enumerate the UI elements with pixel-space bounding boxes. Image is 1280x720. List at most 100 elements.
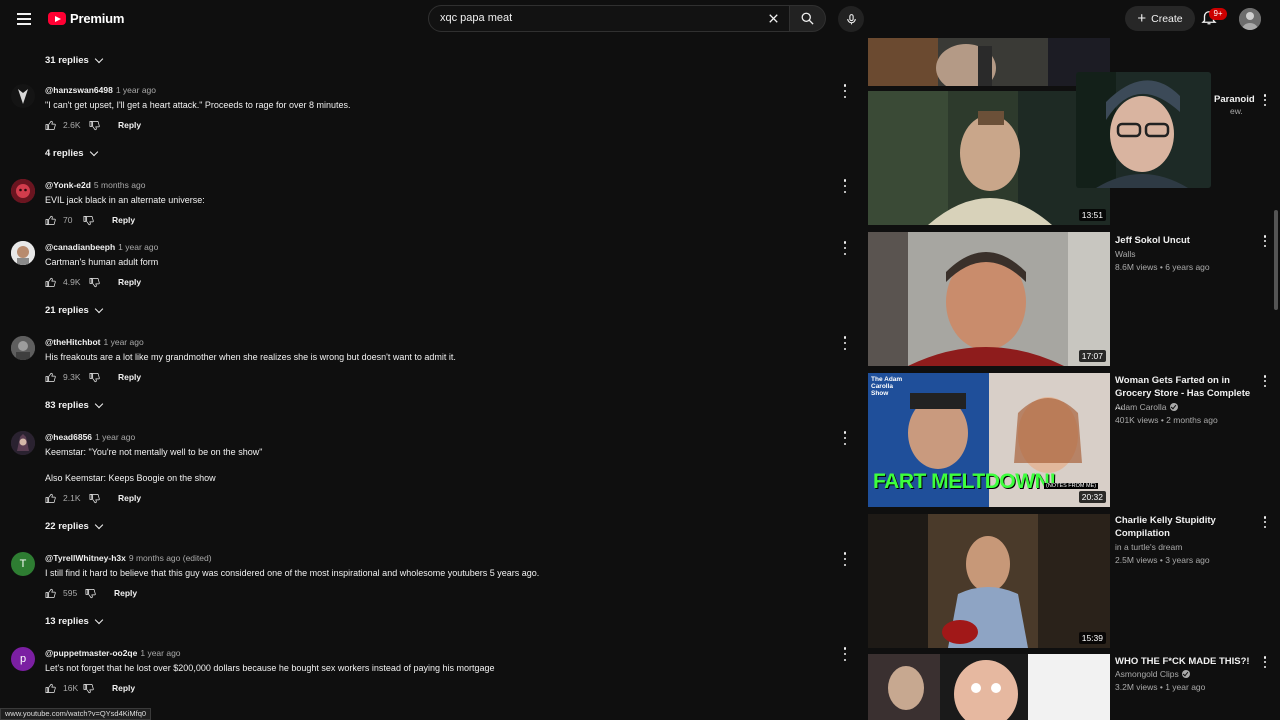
account-avatar[interactable] [1239, 8, 1261, 30]
reply-button[interactable]: Reply [118, 493, 141, 503]
comment-author[interactable]: @hanzswan6498 [45, 85, 113, 95]
comment-author[interactable]: @theHitchbot [45, 337, 101, 347]
like-icon[interactable] [45, 493, 56, 504]
dislike-icon[interactable] [83, 683, 94, 694]
replies-toggle[interactable]: 21 replies [45, 304, 104, 316]
page-scrollbar[interactable] [1274, 210, 1278, 310]
chevron-down-icon [94, 399, 104, 409]
comment-time[interactable]: 9 months ago (edited) [129, 553, 212, 563]
comment-more-actions[interactable] [840, 431, 850, 445]
like-icon[interactable] [45, 372, 56, 383]
comment-more-actions[interactable] [840, 84, 850, 98]
video-thumbnail[interactable]: 13:51 [868, 91, 1110, 225]
like-icon[interactable] [45, 683, 56, 694]
video-title[interactable]: Charlie Kelly Stupidity Compilation [1115, 514, 1255, 540]
comment-avatar[interactable] [11, 241, 35, 265]
comment-avatar[interactable] [11, 179, 35, 203]
video-channel[interactable]: in a turtle's dream [1115, 542, 1182, 552]
comment-time[interactable]: 1 year ago [118, 242, 158, 252]
more-dot [1263, 516, 1267, 519]
replies-count: 31 replies [45, 55, 89, 66]
video-more-actions[interactable] [1262, 375, 1268, 387]
voice-search-button[interactable] [838, 6, 864, 32]
video-more-actions[interactable] [1262, 516, 1268, 528]
dislike-icon[interactable] [89, 277, 100, 288]
dislike-icon[interactable] [85, 588, 96, 599]
search-input[interactable]: xqc papa meat [428, 5, 790, 32]
replies-toggle[interactable]: 13 replies [45, 615, 104, 627]
channel-name: Adam Carolla [1115, 402, 1167, 412]
avatar-image [11, 179, 35, 203]
youtube-premium-logo[interactable]: Premium [48, 11, 124, 26]
comment-avatar[interactable] [11, 431, 35, 455]
video-thumbnail[interactable]: 15:39 [868, 514, 1110, 648]
comment-time[interactable]: 1 year ago [116, 85, 156, 95]
comment-time[interactable]: 1 year ago [104, 337, 144, 347]
comment-more-actions[interactable] [840, 647, 850, 661]
comment-time[interactable]: 5 months ago [94, 180, 146, 190]
video-title[interactable]: Paranoid [1214, 93, 1258, 106]
more-dot [1263, 103, 1267, 106]
dislike-icon[interactable] [89, 120, 100, 131]
comment-avatar[interactable] [11, 84, 35, 108]
dislike-icon[interactable] [83, 215, 94, 226]
video-more-actions[interactable] [1262, 235, 1268, 247]
comment-more-actions[interactable] [840, 241, 850, 255]
comment-time[interactable]: 1 year ago [140, 648, 180, 658]
like-icon[interactable] [45, 215, 56, 226]
video-title[interactable]: Jeff Sokol Uncut [1115, 234, 1255, 247]
comment-more-actions[interactable] [840, 552, 850, 566]
reply-button[interactable]: Reply [118, 372, 141, 382]
comment-author[interactable]: @head6856 [45, 432, 92, 442]
reply-button[interactable]: Reply [118, 120, 141, 130]
comment-author[interactable]: @Yonk-e2d [45, 180, 91, 190]
video-thumbnail[interactable] [868, 654, 1110, 720]
comment-author[interactable]: @canadianbeeph [45, 242, 115, 252]
replies-toggle[interactable]: 83 replies [45, 399, 104, 411]
comment-time[interactable]: 1 year ago [95, 432, 135, 442]
reply-button[interactable]: Reply [112, 215, 135, 225]
comment-avatar[interactable]: p [11, 647, 35, 671]
dislike-icon[interactable] [89, 372, 100, 383]
guide-menu-button[interactable] [14, 9, 34, 29]
replies-toggle[interactable]: 31 replies [45, 54, 104, 66]
comment-actions: 595 Reply [45, 587, 137, 599]
comment-more-actions[interactable] [840, 336, 850, 350]
youtube-watch-page: Premium xqc papa meat + Create 9+ 31 rep… [0, 0, 1280, 720]
reply-button[interactable]: Reply [112, 683, 135, 693]
reply-button[interactable]: Reply [118, 277, 141, 287]
avatar-image [11, 336, 35, 360]
clear-search-icon[interactable] [766, 11, 781, 26]
create-button[interactable]: + Create [1125, 6, 1195, 31]
like-icon[interactable] [45, 277, 56, 288]
video-thumbnail[interactable]: 17:07 [868, 232, 1110, 366]
comment-avatar[interactable] [11, 336, 35, 360]
video-channel[interactable]: Walls [1115, 249, 1135, 259]
replies-count: 13 replies [45, 616, 89, 627]
comment-text-line-2: Also Keemstar: Keeps Boogie on the show [45, 473, 216, 483]
comment-header: @hanzswan6498 1 year ago [45, 85, 156, 95]
video-more-actions[interactable] [1262, 656, 1268, 668]
like-icon[interactable] [45, 120, 56, 131]
reply-button[interactable]: Reply [114, 588, 137, 598]
like-icon[interactable] [45, 588, 56, 599]
search-button[interactable] [790, 5, 826, 32]
dislike-icon[interactable] [89, 493, 100, 504]
comment-author[interactable]: @TyrellWhitney-h3x [45, 553, 126, 563]
video-more-actions[interactable] [1262, 94, 1268, 106]
video-channel[interactable]: Asmongold Clips [1115, 669, 1190, 679]
comment-header: @TyrellWhitney-h3x 9 months ago (edited) [45, 553, 212, 563]
replies-toggle[interactable]: 22 replies [45, 520, 104, 532]
logo-text: Premium [70, 11, 125, 26]
comment-author[interactable]: @puppetmaster-oo2qe [45, 648, 137, 658]
video-title[interactable]: WHO THE F*CK MADE THIS?! [1115, 655, 1255, 668]
search-query[interactable]: xqc papa meat [440, 12, 512, 24]
video-thumbnail[interactable]: The Adam Carolla Show FART MELTDOWN! (NO… [868, 373, 1110, 507]
replies-toggle[interactable]: 4 replies [45, 147, 98, 159]
comment-actions: 2.1K Reply [45, 492, 141, 504]
comment-avatar[interactable]: T [11, 552, 35, 576]
thumbnail-image [868, 36, 1110, 86]
comment-more-actions[interactable] [840, 179, 850, 193]
video-channel[interactable]: Adam Carolla [1115, 402, 1178, 412]
video-thumbnail[interactable] [868, 36, 1110, 86]
